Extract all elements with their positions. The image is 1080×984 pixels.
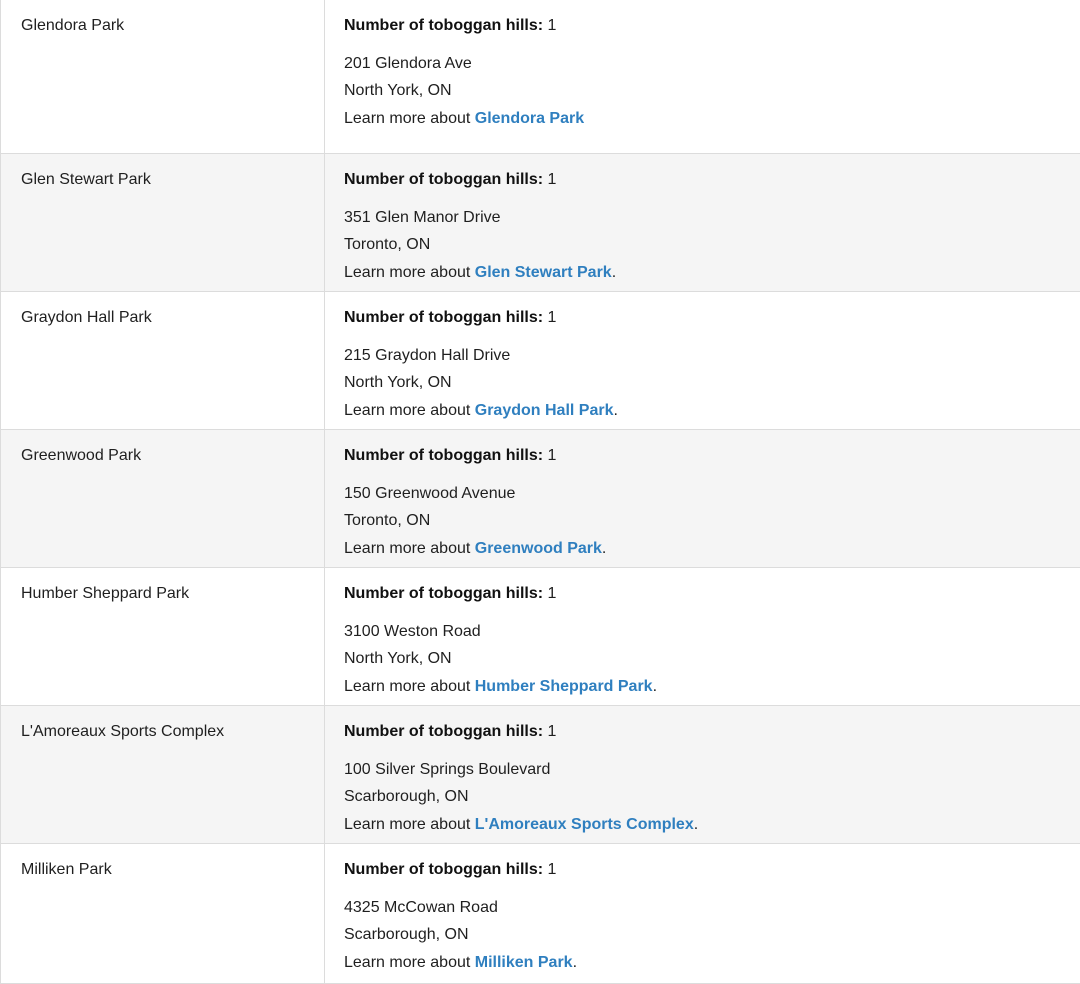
learn-more-prefix: Learn more about	[344, 263, 475, 281]
park-link[interactable]: Glen Stewart Park	[475, 264, 612, 281]
learn-more-suffix: .	[652, 677, 658, 695]
park-name: Humber Sheppard Park	[21, 585, 190, 602]
address-street: 150 Greenwood Avenue	[344, 484, 516, 502]
learn-more-line: Learn more about Glendora Park	[344, 105, 1070, 133]
hills-count-value: 1	[547, 447, 557, 464]
hills-count-line: Number of toboggan hills: 1	[344, 304, 1070, 332]
park-name-cell: Glendora Park	[0, 0, 325, 154]
park-address: 100 Silver Springs Boulevard Scarborough…	[344, 756, 1070, 811]
table-row: Humber Sheppard Park Number of toboggan …	[0, 567, 1080, 706]
hills-count-value: 1	[547, 585, 557, 602]
learn-more-line: Learn more about Milliken Park.	[344, 949, 1070, 977]
learn-more-line: Learn more about Graydon Hall Park.	[344, 397, 1070, 425]
hills-count-value: 1	[547, 861, 557, 878]
park-name: Milliken Park	[21, 861, 112, 878]
park-name: Graydon Hall Park	[21, 309, 152, 326]
hills-count-value: 1	[547, 17, 557, 34]
learn-more-suffix: .	[613, 401, 618, 419]
learn-more-prefix: Learn more about	[344, 401, 475, 419]
learn-more-prefix: Learn more about	[344, 677, 475, 695]
learn-more-line: Learn more about Humber Sheppard Park.	[344, 673, 1070, 701]
park-address: 351 Glen Manor Drive Toronto, ON	[344, 204, 1070, 259]
park-detail-cell: Number of toboggan hills: 1 351 Glen Man…	[324, 153, 1080, 292]
park-detail-cell: Number of toboggan hills: 1 4325 McCowan…	[324, 843, 1080, 984]
hills-count-value: 1	[547, 171, 557, 188]
learn-more-line: Learn more about Glen Stewart Park.	[344, 259, 1070, 287]
table-row: L'Amoreaux Sports Complex Number of tobo…	[0, 705, 1080, 844]
park-link[interactable]: Glendora Park	[475, 110, 584, 127]
address-street: 3100 Weston Road	[344, 622, 481, 640]
park-address: 215 Graydon Hall Drive North York, ON	[344, 342, 1070, 397]
hills-count-line: Number of toboggan hills: 1	[344, 12, 1070, 40]
learn-more-line: Learn more about L'Amoreaux Sports Compl…	[344, 811, 1070, 839]
address-street: 351 Glen Manor Drive	[344, 208, 501, 226]
park-address: 4325 McCowan Road Scarborough, ON	[344, 894, 1070, 949]
hills-count-value: 1	[547, 723, 557, 740]
park-name-cell: Humber Sheppard Park	[0, 567, 325, 706]
address-city: Toronto, ON	[344, 236, 431, 253]
address-city: Toronto, ON	[344, 512, 431, 529]
park-address: 150 Greenwood Avenue Toronto, ON	[344, 480, 1070, 535]
park-detail-cell: Number of toboggan hills: 1 215 Graydon …	[324, 291, 1080, 430]
hills-count-line: Number of toboggan hills: 1	[344, 718, 1070, 746]
park-name-cell: Milliken Park	[0, 843, 325, 984]
table-row: Glendora Park Number of toboggan hills: …	[0, 0, 1080, 154]
park-detail-cell: Number of toboggan hills: 1 100 Silver S…	[324, 705, 1080, 844]
learn-more-suffix: .	[693, 815, 699, 833]
hills-count-line: Number of toboggan hills: 1	[344, 856, 1070, 884]
table-row: Milliken Park Number of toboggan hills: …	[0, 843, 1080, 984]
hills-count-label: Number of toboggan hills:	[344, 171, 544, 188]
address-city: North York, ON	[344, 650, 452, 667]
park-link[interactable]: Humber Sheppard Park	[475, 678, 653, 695]
park-name-cell: Greenwood Park	[0, 429, 325, 568]
hills-count-label: Number of toboggan hills:	[344, 585, 544, 602]
address-city: Scarborough, ON	[344, 926, 469, 943]
park-detail-cell: Number of toboggan hills: 1 201 Glendora…	[324, 0, 1080, 154]
learn-more-prefix: Learn more about	[344, 539, 475, 557]
address-street: 100 Silver Springs Boulevard	[344, 760, 551, 778]
park-name-cell: Graydon Hall Park	[0, 291, 325, 430]
learn-more-line: Learn more about Greenwood Park.	[344, 535, 1070, 563]
learn-more-suffix: .	[601, 539, 607, 557]
park-name: L'Amoreaux Sports Complex	[21, 723, 225, 740]
hills-count-line: Number of toboggan hills: 1	[344, 580, 1070, 608]
hills-count-line: Number of toboggan hills: 1	[344, 442, 1070, 470]
hills-count-line: Number of toboggan hills: 1	[344, 166, 1070, 194]
hills-count-label: Number of toboggan hills:	[344, 723, 544, 740]
park-link[interactable]: Greenwood Park	[475, 540, 602, 557]
address-street: 215 Graydon Hall Drive	[344, 346, 511, 364]
address-city: North York, ON	[344, 374, 452, 391]
park-detail-cell: Number of toboggan hills: 1 3100 Weston …	[324, 567, 1080, 706]
hills-count-label: Number of toboggan hills:	[344, 861, 544, 878]
hills-count-label: Number of toboggan hills:	[344, 17, 544, 34]
address-city: Scarborough, ON	[344, 788, 469, 805]
hills-count-label: Number of toboggan hills:	[344, 309, 544, 326]
park-name-cell: L'Amoreaux Sports Complex	[0, 705, 325, 844]
park-address: 201 Glendora Ave North York, ON	[344, 50, 1070, 105]
park-link[interactable]: Milliken Park	[475, 954, 573, 971]
learn-more-prefix: Learn more about	[344, 815, 475, 833]
park-name: Glendora Park	[21, 17, 125, 34]
learn-more-suffix: .	[572, 953, 578, 971]
park-address: 3100 Weston Road North York, ON	[344, 618, 1070, 673]
address-street: 201 Glendora Ave	[344, 54, 472, 72]
park-name-cell: Glen Stewart Park	[0, 153, 325, 292]
table-row: Graydon Hall Park Number of toboggan hil…	[0, 291, 1080, 430]
table-row: Glen Stewart Park Number of toboggan hil…	[0, 153, 1080, 292]
park-name: Greenwood Park	[21, 447, 142, 464]
table-row: Greenwood Park Number of toboggan hills:…	[0, 429, 1080, 568]
address-street: 4325 McCowan Road	[344, 898, 498, 916]
learn-more-suffix: .	[611, 263, 617, 281]
park-link[interactable]: Graydon Hall Park	[475, 402, 614, 419]
learn-more-prefix: Learn more about	[344, 953, 475, 971]
park-name: Glen Stewart Park	[21, 171, 151, 188]
hills-count-label: Number of toboggan hills:	[344, 447, 544, 464]
park-link[interactable]: L'Amoreaux Sports Complex	[475, 816, 694, 833]
learn-more-prefix: Learn more about	[344, 109, 475, 127]
address-city: North York, ON	[344, 82, 452, 99]
park-detail-cell: Number of toboggan hills: 1 150 Greenwoo…	[324, 429, 1080, 568]
hills-count-value: 1	[547, 309, 557, 326]
toboggan-hills-table: Glendora Park Number of toboggan hills: …	[0, 0, 1080, 984]
